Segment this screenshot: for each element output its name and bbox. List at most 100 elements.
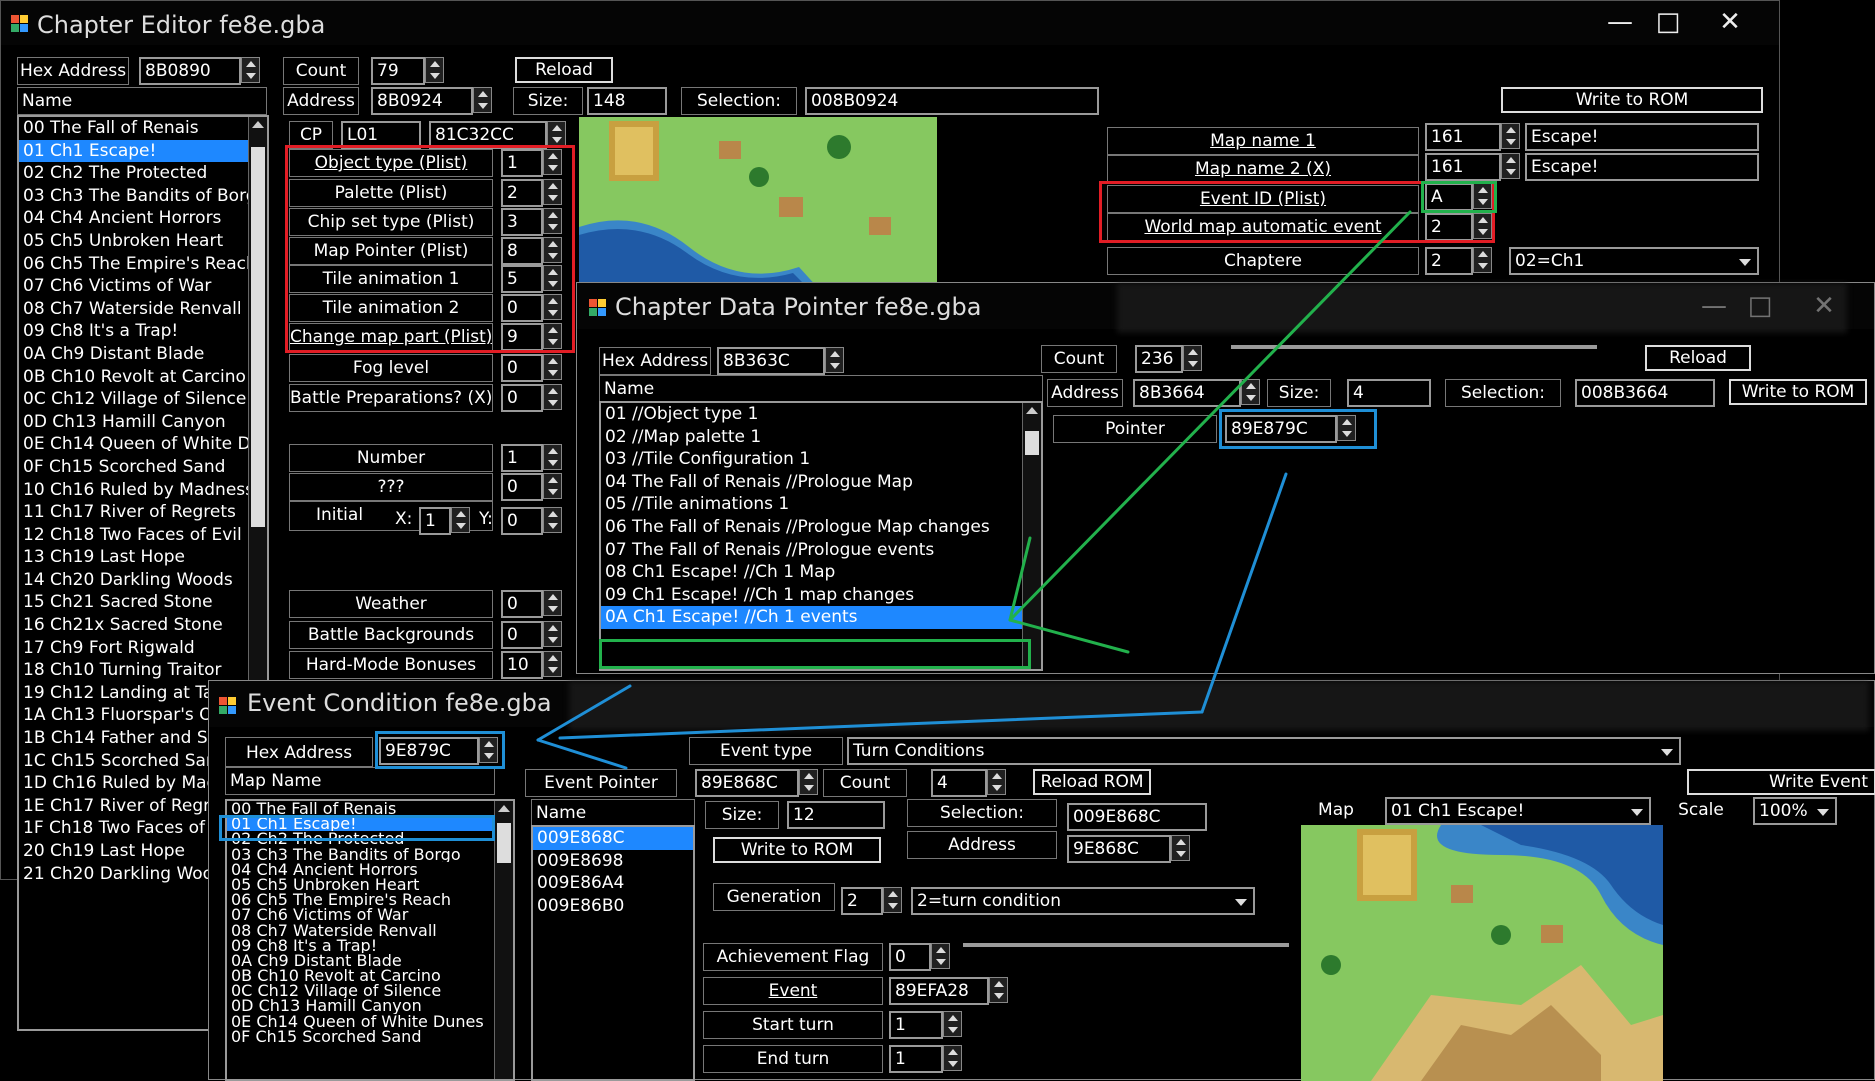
- list-item[interactable]: 0C Ch12 Village of Silence: [19, 388, 267, 411]
- list-item[interactable]: 03 Ch3 The Bandits of Borg: [19, 185, 267, 208]
- list-item[interactable]: 0D Ch13 Hamill Canyon: [227, 998, 513, 1013]
- map-name1-input[interactable]: 161: [1425, 123, 1501, 151]
- filter-combo[interactable]: [1231, 345, 1597, 349]
- list-item[interactable]: 03 Ch3 The Bandits of Borgo: [227, 847, 513, 862]
- list-item[interactable]: 09 Ch8 It's a Trap!: [19, 320, 267, 343]
- count-spinner[interactable]: [1183, 345, 1202, 371]
- list-item[interactable]: 06 Ch5 The Empire's Reach: [227, 892, 513, 907]
- generation-combo[interactable]: 2=turn condition: [911, 887, 1255, 915]
- battle-bg-input[interactable]: 0: [501, 621, 543, 649]
- reload-button[interactable]: Reload: [515, 57, 613, 83]
- list-item[interactable]: 0A Ch9 Distant Blade: [227, 953, 513, 968]
- list-item[interactable]: 08 Ch7 Waterside Renvall: [227, 923, 513, 938]
- list-item[interactable]: 09 Ch8 It's a Trap!: [227, 938, 513, 953]
- chapter-input[interactable]: 2: [1425, 247, 1473, 275]
- list-item[interactable]: 07 Ch6 Victims of War: [227, 907, 513, 922]
- field-spinner[interactable]: [543, 384, 562, 410]
- list-item[interactable]: 0C Ch12 Village of Silence: [227, 983, 513, 998]
- list-item[interactable]: 07 The Fall of Renais //Prologue events: [601, 539, 1041, 562]
- field-input[interactable]: 0: [501, 354, 543, 382]
- hex-address-spinner[interactable]: [241, 57, 260, 83]
- list-item[interactable]: 13 Ch19 Last Hope: [19, 546, 267, 569]
- list-item[interactable]: 02 //Map palette 1: [601, 426, 1041, 449]
- reload-button[interactable]: Reload: [1645, 345, 1751, 371]
- map-name1-text[interactable]: Escape!: [1525, 123, 1759, 151]
- list-item[interactable]: 11 Ch17 River of Regrets: [19, 501, 267, 524]
- chapter-editor-titlebar[interactable]: Chapter Editor fe8e.gba — □ ✕: [1, 1, 1779, 45]
- size-input[interactable]: 148: [587, 87, 667, 115]
- selection-input[interactable]: 008B0924: [805, 87, 1099, 115]
- list-item[interactable]: 03 //Tile Configuration 1: [601, 448, 1041, 471]
- count-input[interactable]: 79: [371, 57, 425, 85]
- selection-input[interactable]: 009E868C: [1067, 803, 1207, 831]
- generation-input[interactable]: 2: [841, 887, 883, 915]
- list-item[interactable]: 01 //Object type 1: [601, 403, 1041, 426]
- map-name-list-scrollbar[interactable]: [494, 801, 513, 1079]
- count-input[interactable]: 4: [931, 769, 987, 797]
- pointer-list-scrollbar[interactable]: [1022, 403, 1041, 669]
- list-item[interactable]: 04 Ch4 Ancient Horrors: [19, 207, 267, 230]
- list-item[interactable]: 04 Ch4 Ancient Horrors: [227, 862, 513, 877]
- list-item[interactable]: 00 The Fall of Renais: [19, 117, 267, 140]
- initial-x-input[interactable]: 1: [419, 507, 451, 535]
- reload-rom-button[interactable]: Reload ROM: [1033, 769, 1151, 795]
- list-item[interactable]: 16 Ch21x Sacred Stone: [19, 614, 267, 637]
- maximize-icon[interactable]: □: [1645, 7, 1691, 37]
- address-list-item[interactable]: 009E86A4: [533, 872, 693, 895]
- event-pointer-spinner[interactable]: [799, 769, 818, 795]
- list-item[interactable]: 0A Ch9 Distant Blade: [19, 343, 267, 366]
- list-item[interactable]: 08 Ch7 Waterside Renvall: [19, 298, 267, 321]
- list-item[interactable]: 15 Ch21 Sacred Stone: [19, 591, 267, 614]
- address-input[interactable]: 8B0924: [371, 87, 473, 115]
- unknown-input[interactable]: 0: [501, 473, 543, 501]
- list-item[interactable]: 18 Ch10 Turning Traitor: [19, 659, 267, 682]
- pointer-list[interactable]: 01 //Object type 1 02 //Map palette 1 03 /…: [599, 401, 1043, 671]
- list-item[interactable]: 09 Ch1 Escape! //Ch 1 map changes: [601, 584, 1041, 607]
- end-turn-spinner[interactable]: [943, 1045, 962, 1071]
- list-item[interactable]: 05 //Tile animations 1: [601, 493, 1041, 516]
- list-item[interactable]: 0B Ch10 Revolt at Carcino: [19, 366, 267, 389]
- list-item[interactable]: 08 Ch1 Escape! //Ch 1 Map: [601, 561, 1041, 584]
- list-item[interactable]: 0F Ch15 Scorched Sand: [227, 1029, 513, 1044]
- size-input[interactable]: 12: [787, 801, 885, 829]
- count-spinner[interactable]: [425, 57, 444, 83]
- list-item[interactable]: 12 Ch18 Two Faces of Evil: [19, 524, 267, 547]
- event-spinner[interactable]: [989, 977, 1008, 1003]
- map-name-list[interactable]: 00 The Fall of Renais 01 Ch1 Escape! 02 Ch…: [225, 799, 515, 1081]
- hex-address-spinner[interactable]: [825, 347, 844, 373]
- battle-bg-spinner[interactable]: [543, 621, 562, 647]
- list-item[interactable]: 01 Ch1 Escape!: [19, 139, 267, 163]
- address-list-item[interactable]: 009E86B0: [533, 895, 693, 918]
- field-input[interactable]: 0: [501, 384, 543, 412]
- size-input[interactable]: 4: [1347, 379, 1431, 407]
- cp-pointer-spinner[interactable]: [547, 121, 566, 147]
- write-event-button[interactable]: Write Event: [1687, 769, 1875, 795]
- start-turn-spinner[interactable]: [943, 1011, 962, 1037]
- write-rom-button[interactable]: Write to ROM: [713, 837, 881, 863]
- map-name2-spinner[interactable]: [1501, 153, 1520, 179]
- list-item[interactable]: 06 The Fall of Renais //Prologue Map cha…: [601, 516, 1041, 539]
- unknown-spinner[interactable]: [543, 473, 562, 499]
- achievement-flag-spinner[interactable]: [931, 943, 950, 969]
- map-name2-text[interactable]: Escape!: [1525, 153, 1759, 181]
- list-item[interactable]: 0E Ch14 Queen of White Du: [19, 433, 267, 456]
- minimize-icon[interactable]: —: [1597, 7, 1643, 37]
- field-spinner[interactable]: [543, 354, 562, 380]
- event-map-preview[interactable]: [1301, 825, 1663, 1081]
- chapter-combo[interactable]: 02=Ch1: [1509, 247, 1759, 275]
- list-item[interactable]: 06 Ch5 The Empire's Reach: [19, 253, 267, 276]
- hard-mode-input[interactable]: 10: [501, 651, 543, 679]
- count-input[interactable]: 236: [1135, 345, 1183, 373]
- number-input[interactable]: 1: [501, 444, 543, 472]
- address-input[interactable]: 9E868C: [1067, 835, 1171, 863]
- initial-x-spinner[interactable]: [451, 507, 470, 533]
- address-spinner[interactable]: [1171, 835, 1190, 861]
- list-item[interactable]: 0B Ch10 Revolt at Carcino: [227, 968, 513, 983]
- address-spinner[interactable]: [473, 87, 492, 113]
- write-rom-button[interactable]: Write to ROM: [1729, 379, 1867, 405]
- list-item[interactable]: 10 Ch16 Ruled by Madness: [19, 479, 267, 502]
- map-combo[interactable]: 01 Ch1 Escape!: [1385, 797, 1651, 825]
- chapter-map-preview[interactable]: [579, 117, 937, 289]
- list-item[interactable]: 0F Ch15 Scorched Sand: [19, 456, 267, 479]
- write-rom-button[interactable]: Write to ROM: [1501, 87, 1763, 113]
